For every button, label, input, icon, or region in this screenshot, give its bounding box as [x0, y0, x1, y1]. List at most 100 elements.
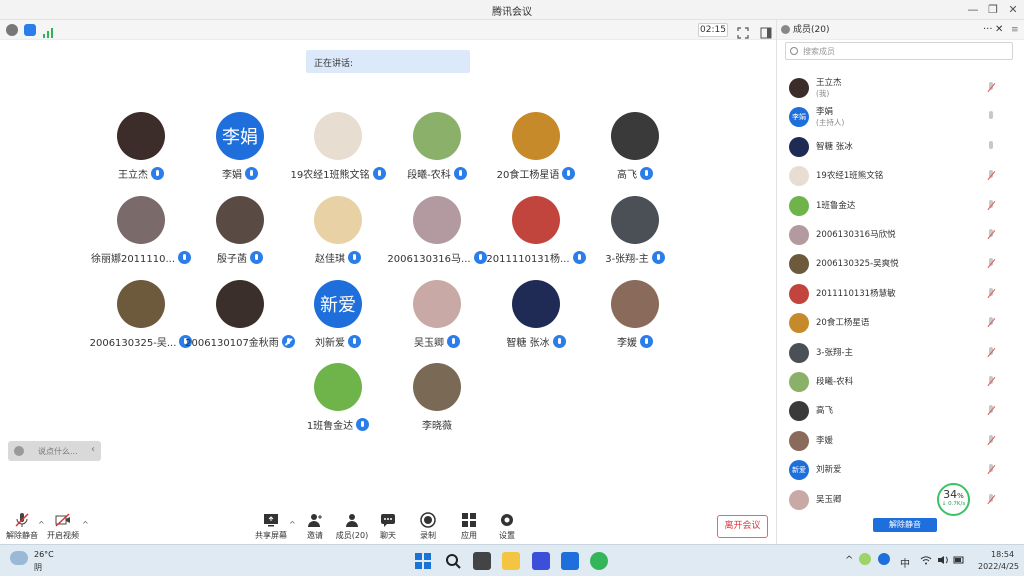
search-placeholder: 搜索成员	[803, 47, 835, 56]
member-avatar	[789, 78, 809, 98]
windows-start-icon[interactable]	[414, 552, 432, 570]
chat-icon	[380, 512, 396, 528]
meeting-window: 腾讯会议 — ❐ ✕ 02:15 正在讲话: 王立杰 李娟 李娟 19农经1班熊文铭段…	[0, 0, 1024, 576]
gear-icon	[499, 512, 515, 528]
network-speed-widget[interactable]: 34% ↓ 0.7K/s	[937, 483, 970, 516]
participant-name: 2006130316马...	[387, 254, 471, 265]
weather-cloud-icon[interactable]	[10, 551, 28, 565]
mic-icon	[151, 167, 164, 180]
more-options-icon[interactable]: ···	[983, 20, 993, 40]
app-icon[interactable]	[532, 552, 550, 570]
member-row[interactable]: 新爱 刘新爱	[777, 457, 1013, 486]
member-row[interactable]: 王立杰 (我)	[777, 75, 1013, 104]
minimize-button[interactable]: —	[962, 0, 984, 20]
member-row[interactable]: 高飞	[777, 398, 1013, 427]
participant-name: 赵佳琪	[315, 254, 345, 265]
member-row[interactable]: 吴玉卿	[777, 487, 1013, 516]
mic-muted-icon[interactable]	[987, 199, 995, 212]
mic-muted-icon[interactable]	[987, 287, 995, 300]
mic-muted-icon[interactable]	[987, 258, 995, 270]
mic-muted-icon[interactable]	[987, 376, 995, 388]
mic-muted-icon[interactable]	[987, 464, 995, 476]
close-button[interactable]: ✕	[1002, 0, 1024, 20]
close-panel-icon[interactable]: ✕	[995, 20, 1003, 40]
tencent-meeting-icon[interactable]	[561, 552, 579, 570]
collapse-arrow-icon[interactable]: ‹	[91, 444, 95, 455]
member-name: 智糖 张冰	[816, 141, 853, 152]
participant-avatar	[512, 112, 560, 160]
member-name: 20食工杨星语	[816, 318, 870, 329]
member-row[interactable]: 2011110131杨慧敏	[777, 281, 1013, 310]
mic-muted-icon[interactable]	[987, 170, 995, 182]
meeting-info-bar: 02:15	[0, 20, 776, 40]
search-taskbar-icon[interactable]	[444, 552, 462, 570]
member-row[interactable]: 2006130325-吴爽悦	[777, 251, 1013, 280]
member-row[interactable]: 3-张翔-主	[777, 340, 1013, 369]
wechat-icon[interactable]	[590, 552, 608, 570]
mic-muted-icon[interactable]	[987, 229, 995, 241]
signal-icon[interactable]	[42, 24, 54, 38]
mic-icon[interactable]	[987, 111, 995, 123]
member-row[interactable]: 20食工杨星语	[777, 310, 1013, 339]
network-percent-unit: %	[957, 492, 964, 500]
participant-name: 段曦-农科	[407, 170, 451, 181]
layout-icon[interactable]	[760, 24, 772, 39]
tray-app-icon[interactable]	[859, 553, 871, 565]
clock-time[interactable]: 18:54	[991, 550, 1014, 559]
ime-indicator[interactable]: 中	[900, 555, 910, 570]
volume-icon[interactable]	[937, 555, 949, 568]
battery-icon[interactable]	[953, 555, 965, 568]
panel-menu-icon[interactable]: ≡	[1011, 20, 1019, 40]
info-icon[interactable]	[6, 24, 18, 36]
unmute-all-button[interactable]: 解除静音	[873, 518, 937, 532]
member-name: 王立杰	[816, 78, 842, 88]
wifi-icon[interactable]	[920, 555, 932, 568]
member-name: 2006130325-吴爽悦	[816, 259, 899, 270]
member-row[interactable]: 李娟 李娟 (主持人)	[777, 104, 1013, 133]
mic-icon[interactable]	[987, 140, 995, 153]
clock-date[interactable]: 2022/4/25	[978, 562, 1019, 571]
mic-muted-icon[interactable]	[987, 317, 995, 329]
participant-name: 2006130325-吴...	[89, 338, 177, 349]
mic-muted-icon[interactable]	[987, 82, 995, 94]
member-row[interactable]: 19农经1班熊文铭	[777, 163, 1013, 192]
record-label: 录制	[420, 531, 436, 540]
chat-input-hint[interactable]: 说点什么... ‹	[8, 441, 101, 461]
share-screen-button[interactable]: 共享屏幕	[249, 512, 293, 542]
settings-button[interactable]: 设置	[485, 512, 529, 542]
leave-meeting-button[interactable]: 离开会议	[717, 515, 768, 538]
member-avatar	[789, 372, 809, 392]
member-row[interactable]: 1班鲁金达	[777, 193, 1013, 222]
participant-tile[interactable]: 3-张翔-主	[580, 196, 690, 276]
participant-tile[interactable]: 李媛	[580, 280, 690, 360]
member-row[interactable]: 2006130316马欣悦	[777, 222, 1013, 251]
tray-meeting-icon[interactable]	[878, 553, 890, 565]
member-row[interactable]: 智糖 张冰	[777, 134, 1013, 163]
member-search-input[interactable]: 搜索成员	[785, 42, 1013, 60]
participant-name-row: 李媛	[570, 334, 700, 349]
mic-muted-icon[interactable]	[987, 493, 995, 506]
tray-expand-icon[interactable]: ^	[845, 555, 853, 566]
participant-name: 高飞	[617, 170, 637, 181]
participant-avatar	[611, 280, 659, 328]
chat-button[interactable]: 聊天	[366, 512, 410, 542]
member-row[interactable]: 段曦-农科	[777, 369, 1013, 398]
record-button[interactable]: 录制	[406, 512, 450, 542]
shield-icon[interactable]	[24, 24, 36, 36]
task-view-icon[interactable]	[473, 552, 491, 570]
mic-muted-icon[interactable]	[987, 405, 995, 417]
network-download-speed: ↓ 0.7K/s	[941, 501, 966, 507]
mic-icon	[453, 167, 467, 180]
mic-muted-icon[interactable]	[987, 346, 995, 359]
start-video-button[interactable]: 开启视频	[41, 512, 85, 542]
chat-label: 聊天	[380, 531, 396, 540]
mic-muted-icon[interactable]	[987, 434, 995, 447]
maximize-button[interactable]: ❐	[982, 0, 1004, 20]
video-options-chevron-icon[interactable]: ^	[82, 520, 89, 529]
file-explorer-icon[interactable]	[502, 552, 520, 570]
member-row[interactable]: 李媛	[777, 428, 1013, 457]
apps-label: 应用	[461, 531, 477, 540]
fullscreen-icon[interactable]	[737, 24, 749, 39]
participant-tile[interactable]: 高飞	[580, 112, 690, 192]
participant-tile[interactable]: 李晓薇	[382, 363, 492, 443]
